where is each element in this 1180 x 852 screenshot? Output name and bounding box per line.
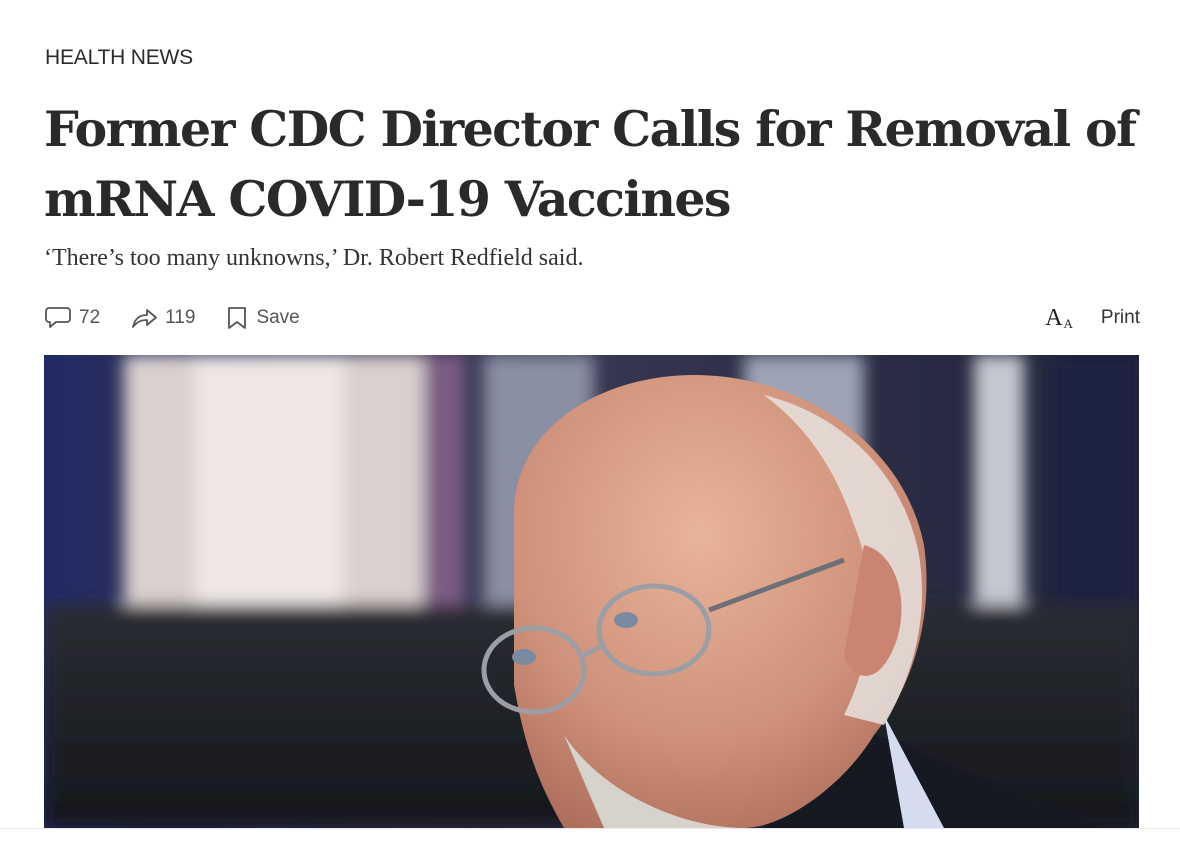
comments-count: 72 xyxy=(79,307,101,328)
article-headline: Former CDC Director Calls for Removal of… xyxy=(44,100,1137,228)
article-subtitle: ‘There’s too many unknowns,’ Dr. Robert … xyxy=(44,245,584,271)
toolbar-left: 72 119 Save xyxy=(44,305,330,331)
article-toolbar: 72 119 Save AA Print xyxy=(44,302,1140,334)
bookmark-icon xyxy=(225,305,249,331)
hero-photo xyxy=(44,355,1139,828)
save-button[interactable]: Save xyxy=(225,305,300,331)
bottom-divider xyxy=(0,828,1180,829)
comment-icon xyxy=(44,305,72,331)
font-size-icon: AA xyxy=(1045,305,1073,331)
print-label: Print xyxy=(1100,307,1140,328)
share-icon xyxy=(130,305,158,331)
comments-button[interactable]: 72 xyxy=(44,305,100,331)
toolbar-right: AA Print xyxy=(1017,306,1140,330)
print-button[interactable]: Print xyxy=(1101,307,1140,329)
section-label[interactable]: HEALTH NEWS xyxy=(45,46,193,70)
shares-count: 119 xyxy=(165,307,196,328)
save-label: Save xyxy=(256,307,300,328)
font-size-button[interactable]: AA xyxy=(1045,306,1073,330)
share-button[interactable]: 119 xyxy=(130,305,195,331)
